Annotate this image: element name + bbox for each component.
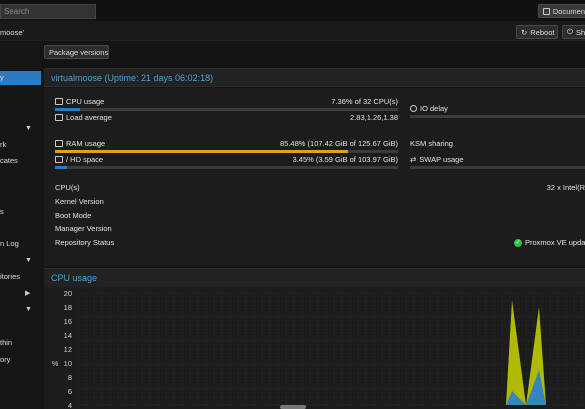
node-menu-tree: y ▼ rk cates s n Log ▼ itories ▶ ▼ thin …: [0, 41, 41, 409]
swap-icon: ⇄: [410, 155, 417, 164]
ram-usage-label: RAM usage: [55, 139, 105, 148]
y-axis-label: %: [52, 361, 58, 368]
cpu-chart-header: CPU usage: [44, 268, 585, 287]
swap-usage-label: ⇄ SWAP usage: [410, 155, 464, 164]
y-tick-label: 18: [64, 303, 72, 312]
chevron-down-icon: ▼: [25, 257, 32, 264]
load-icon: [55, 114, 63, 121]
top-bar: Search Documen: [0, 0, 585, 21]
cpu-chart: 20 18 16 14 12 10 8 6 4%: [44, 287, 585, 409]
boot-mode-label: Boot Mode: [55, 211, 92, 220]
status-panel-header: virtualmoose (Uptime: 21 days 06:02:18): [44, 68, 585, 87]
status-panel-title: virtualmoose (Uptime: 21 days 06:02:18): [51, 73, 214, 83]
power-icon: ⏻: [567, 27, 573, 36]
y-tick-label: 16: [64, 317, 72, 326]
io-delay-bar: [410, 115, 585, 118]
ram-usage-value: 85.48% (107.42 GiB of 125.67 GiB): [280, 139, 398, 148]
package-versions-button[interactable]: Package versions: [44, 45, 109, 59]
tree-item-directory[interactable]: ory: [0, 353, 41, 367]
cpu-chart-title: CPU usage: [51, 273, 98, 283]
tree-item-network[interactable]: rk: [0, 138, 41, 152]
clock-icon: [410, 105, 417, 112]
documentation-button[interactable]: Documen: [538, 4, 585, 18]
y-tick-label: 6: [68, 387, 72, 396]
hard-disk-icon: [55, 156, 63, 163]
cpu-chart-svg: 20 18 16 14 12 10 8 6 4%: [52, 289, 585, 409]
y-tick-label: 4: [68, 401, 72, 409]
reboot-label: Reboot: [530, 27, 555, 37]
status-panel: CPU usage 7.36% of 32 CPU(s) IO delay Lo…: [44, 88, 585, 266]
tree-item-updates[interactable]: ▼: [0, 254, 41, 268]
shutdown-label: Sh: [575, 27, 585, 37]
cpus-label: CPU(s): [55, 183, 80, 192]
hd-space-bar: [55, 166, 398, 169]
tree-item-certificates[interactable]: cates: [0, 154, 41, 168]
manager-version-label: Manager Version: [55, 224, 112, 233]
load-average-value: 2.83,1.26,1.38: [350, 113, 398, 122]
reboot-button[interactable]: ↻ Reboot: [516, 25, 558, 39]
memory-icon: [55, 140, 63, 147]
hd-space-value: 3.45% (3.59 GiB of 103.97 GiB): [292, 155, 398, 164]
y-tick-label: 8: [68, 373, 72, 382]
tree-item-options[interactable]: s: [0, 205, 41, 219]
cpu-usage-label: CPU usage: [55, 97, 104, 106]
y-tick-label: 14: [64, 331, 72, 340]
tree-item-system-log[interactable]: n Log: [0, 237, 41, 251]
scrollbar-handle[interactable]: [280, 405, 306, 409]
ram-usage-fill: [55, 150, 349, 153]
cpus-value: 32 x Intel(R: [546, 183, 585, 192]
node-title: moose': [0, 28, 24, 37]
load-average-label: Load average: [55, 113, 112, 122]
tree-item-lvm-thin[interactable]: thin: [0, 336, 41, 350]
cpu-usage-value: 7.36% of 32 CPU(s): [331, 97, 398, 106]
repository-status-value: ✓ Proxmox VE upda: [514, 238, 585, 247]
cpu-icon: [55, 98, 63, 105]
hd-space-label: / HD space: [55, 155, 103, 164]
ksm-sharing-label: KSM sharing: [410, 139, 453, 148]
y-tick-label: 20: [64, 289, 72, 298]
chevron-right-icon: ▶: [25, 290, 31, 297]
cpu-usage-bar: [55, 108, 398, 111]
node-header-bar: moose': [0, 21, 585, 41]
search-input[interactable]: Search: [0, 4, 96, 19]
book-icon: [543, 7, 550, 15]
shutdown-button[interactable]: ⏻ Sh: [562, 25, 585, 39]
chevron-down-icon: ▼: [25, 306, 32, 313]
cpu-usage-fill: [55, 108, 81, 111]
tree-item-summary[interactable]: y: [0, 71, 41, 85]
documentation-label: Documen: [552, 6, 585, 16]
tree-item-expand[interactable]: ▼: [0, 122, 41, 136]
package-versions-label: Package versions: [49, 47, 109, 57]
io-delay-label: IO delay: [410, 104, 448, 113]
repository-status-label: Repository Status: [55, 238, 115, 247]
tree-item-firewall[interactable]: ▶: [0, 287, 41, 301]
hd-space-fill: [55, 166, 67, 169]
check-circle-icon: ✓: [514, 238, 522, 247]
ram-usage-bar: [55, 150, 398, 153]
tree-item-repositories[interactable]: itories: [0, 270, 41, 284]
chevron-down-icon: ▼: [25, 125, 32, 132]
tree-item-disks[interactable]: ▼: [0, 303, 41, 317]
y-tick-label: 12: [64, 345, 72, 354]
kernel-version-label: Kernel Version: [55, 197, 104, 206]
y-tick-label: 10: [64, 359, 72, 368]
swap-usage-bar: [410, 166, 585, 169]
reboot-icon: ↻: [521, 27, 528, 37]
